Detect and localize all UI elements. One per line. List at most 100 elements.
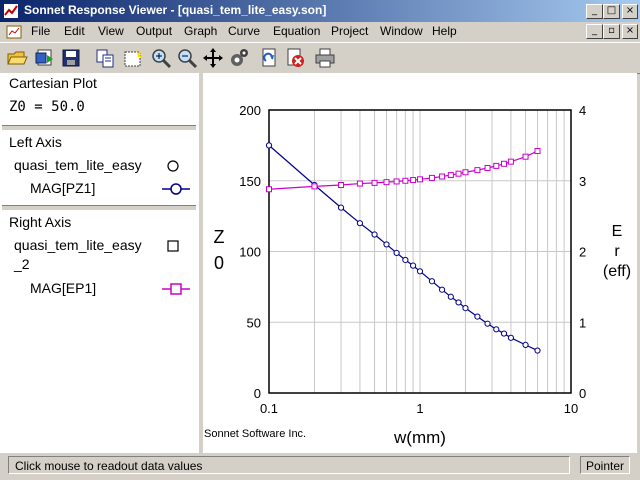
right-tick-label: 2: [579, 245, 586, 260]
right-tick-label: 4: [579, 103, 586, 118]
data-point: [455, 299, 462, 306]
series-line: [268, 144, 538, 352]
left-tick-label: 0: [254, 386, 261, 401]
data-point: [402, 256, 409, 264]
right-tick-label: 3: [579, 174, 586, 189]
data-point: [371, 231, 378, 238]
plot-area[interactable]: 200 150 100 50 0 4 3 2 1 0 0.1 1 10 w(mm) Z 0 Er (eff) Son…: [203, 73, 637, 453]
right-axis-project: quasi_tem_lite_easy: [14, 237, 142, 253]
close-button[interactable]: ×: [622, 4, 638, 19]
print-icon[interactable]: [314, 47, 336, 69]
z0-label: Z0 = 50.0: [9, 99, 85, 115]
menu-file[interactable]: File: [31, 24, 50, 38]
minimize-button[interactable]: _: [586, 4, 603, 19]
right-tick-label: 0: [579, 386, 586, 401]
data-point: [500, 330, 508, 337]
zoom-in-icon[interactable]: [150, 47, 172, 69]
maximize-button[interactable]: □: [603, 4, 620, 19]
data-point: [428, 174, 435, 181]
data-point: [356, 180, 363, 187]
right-axis-heading: Right Axis: [9, 214, 72, 230]
right-axis-panel[interactable]: Right Axis quasi_tem_lite_easy _2 MAG[EP…: [2, 211, 196, 475]
copy-icon[interactable]: [94, 47, 116, 69]
data-point: [428, 278, 436, 285]
left-axis-measurement: MAG[PZ1]: [30, 180, 96, 196]
data-point: [462, 305, 469, 312]
plot-info-panel: Cartesian Plot Z0 = 50.0: [2, 73, 196, 124]
left-tick-label: 150: [239, 174, 261, 189]
data-point: [356, 220, 364, 227]
save-as-icon[interactable]: [60, 47, 82, 69]
menu-view[interactable]: View: [98, 24, 124, 38]
refresh-icon[interactable]: [258, 47, 280, 69]
left-tick-label: 200: [239, 103, 261, 118]
menu-output[interactable]: Output: [136, 24, 172, 38]
data-point: [507, 158, 514, 165]
data-point: [393, 178, 400, 185]
menu-project[interactable]: Project: [331, 24, 368, 38]
left-axis-label: Z: [214, 227, 225, 247]
status-bar: Click mouse to readout data values Point…: [0, 453, 640, 480]
legend-pane: Cartesian Plot Z0 = 50.0 Left Axis quasi…: [0, 73, 198, 475]
open-icon[interactable]: [6, 47, 28, 69]
data-point: [417, 176, 423, 183]
data-point: [438, 286, 446, 293]
data-point: [416, 268, 424, 275]
data-point: [338, 181, 345, 188]
left-axis-label: 0: [214, 253, 224, 273]
child-minimize-button[interactable]: _: [586, 24, 603, 39]
status-message: Click mouse to readout data values: [8, 456, 570, 474]
settings-icon[interactable]: [228, 47, 250, 69]
cartesian-chart[interactable]: 200150100500432100.1 1 10w(mm)Z0Er(eff)Son…: [203, 73, 637, 453]
data-point: [393, 249, 400, 257]
toolbar: [0, 42, 640, 74]
x-axis-label: w(mm): [393, 428, 446, 447]
data-point: [455, 170, 462, 177]
window-title: Sonnet Response Viewer - [quasi_tem_lite…: [24, 3, 327, 17]
menu-help[interactable]: Help: [432, 24, 457, 38]
data-point: [447, 172, 454, 179]
menu-graph[interactable]: Graph: [184, 24, 217, 38]
data-point: [409, 262, 417, 269]
right-axis-measurement: MAG[EP1]: [30, 280, 97, 296]
x-tick-label: 0.1: [260, 401, 278, 416]
data-point: [337, 204, 345, 211]
menu-edit[interactable]: Edit: [64, 24, 85, 38]
data-point: [439, 173, 446, 180]
right-axis-label: E: [612, 223, 623, 240]
circle-marker-icon: [167, 160, 179, 172]
square-marker-icon: [167, 240, 179, 252]
menu-equation[interactable]: Equation: [273, 24, 320, 38]
status-mode: Pointer: [580, 456, 630, 474]
right-axis-project-suffix: _2: [14, 256, 30, 272]
child-restore-button[interactable]: ▫: [603, 24, 620, 39]
x-tick-label: 10: [564, 401, 578, 416]
child-close-button[interactable]: ×: [622, 24, 638, 39]
data-point: [484, 165, 491, 172]
data-point: [534, 347, 541, 354]
data-point: [383, 179, 390, 186]
app-icon: [4, 4, 18, 18]
data-point: [371, 179, 378, 186]
menu-window[interactable]: Window: [380, 24, 423, 38]
menu-curve[interactable]: Curve: [228, 24, 260, 38]
stop-icon[interactable]: [285, 47, 307, 69]
data-point: [474, 313, 481, 320]
data-point: [501, 160, 508, 167]
data-point: [266, 186, 272, 193]
right-axis-label: r: [614, 243, 620, 260]
document-icon[interactable]: [6, 24, 22, 39]
data-point: [265, 142, 273, 149]
zoom-out-icon[interactable]: [176, 47, 198, 69]
select-icon[interactable]: [122, 47, 144, 69]
left-tick-label: 50: [247, 315, 261, 330]
data-point: [522, 341, 529, 348]
data-point: [507, 334, 515, 341]
pan-icon[interactable]: [202, 47, 224, 69]
data-point: [522, 153, 529, 160]
left-axis-panel[interactable]: Left Axis quasi_tem_lite_easy MAG[PZ1]: [2, 131, 196, 203]
data-point: [493, 162, 500, 169]
plot-type-label: Cartesian Plot: [9, 75, 97, 91]
left-axis-heading: Left Axis: [9, 134, 62, 150]
save-icon[interactable]: [34, 47, 56, 69]
